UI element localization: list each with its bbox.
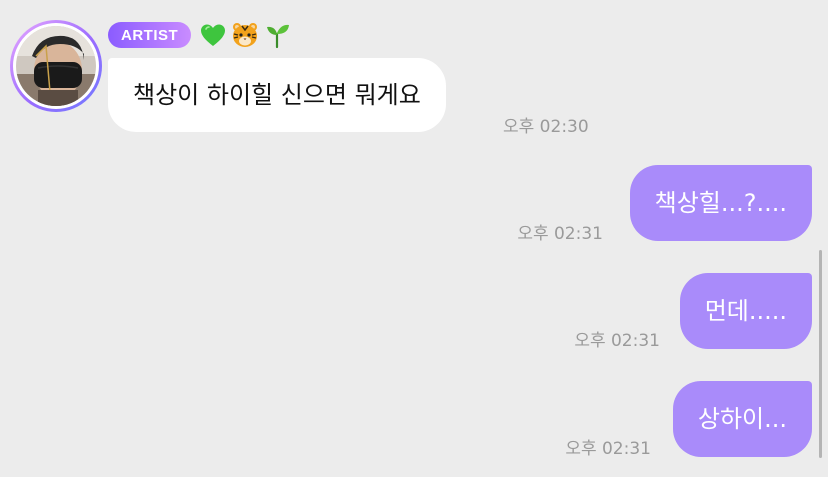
- message-timestamp: 오후 02:31: [565, 439, 651, 459]
- avatar-image: [16, 26, 96, 106]
- artist-avatar[interactable]: [10, 20, 102, 112]
- avatar-photo: [13, 23, 99, 109]
- message-timestamp: 오후 02:30: [503, 117, 589, 137]
- incoming-message-bubble[interactable]: 책상이 하이힐 신으면 뭐게요: [108, 58, 446, 132]
- chat-scrollbar[interactable]: [819, 250, 822, 458]
- artist-badge: ARTIST: [108, 22, 192, 48]
- outgoing-message-bubble[interactable]: 책상힐...?....: [629, 165, 812, 241]
- seedling-icon: [263, 21, 291, 49]
- message-timestamp: 오후 02:31: [574, 331, 660, 351]
- tiger-face-icon: [231, 21, 259, 49]
- outgoing-message-bubble[interactable]: 상하이...: [672, 381, 812, 457]
- message-timestamp: 오후 02:31: [517, 224, 603, 244]
- sender-header: ARTIST: [108, 20, 291, 50]
- green-heart-icon: [199, 21, 227, 49]
- outgoing-message-bubble[interactable]: 먼데.....: [679, 273, 812, 349]
